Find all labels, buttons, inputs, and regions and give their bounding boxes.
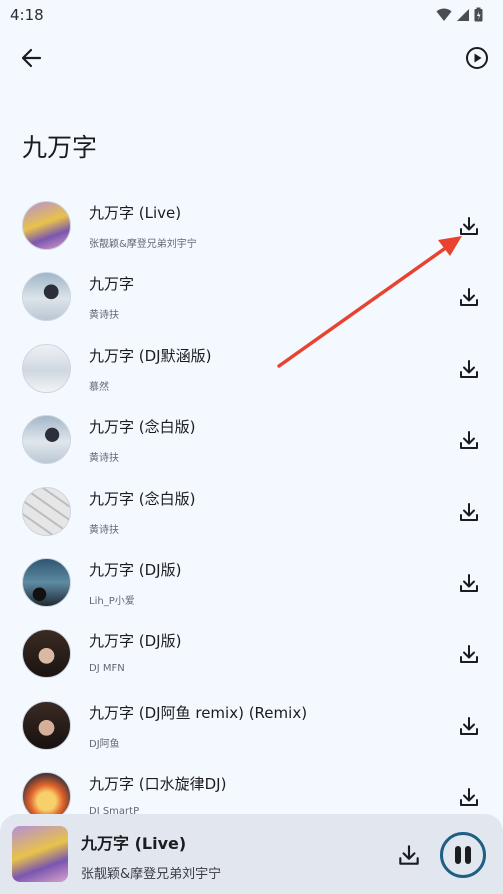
download-icon: [399, 845, 419, 865]
now-playing-title: 九万字 (Live): [81, 834, 187, 853]
download-icon: [460, 573, 478, 592]
song-row[interactable]: 九万字 (DJ版) DJ MFN: [0, 618, 503, 689]
song-row[interactable]: 九万字 (念白版) 黄诗扶: [0, 404, 503, 475]
album-cover: [22, 700, 71, 750]
download-icon: [460, 645, 478, 664]
wifi-icon: [436, 7, 452, 26]
now-playing-download-button[interactable]: [396, 842, 422, 868]
song-title: 九万字 (DJ阿鱼 remix) (Remix): [89, 703, 308, 722]
download-button[interactable]: [457, 357, 481, 381]
download-icon: [460, 359, 478, 378]
song-row[interactable]: 九万字 (DJ阿鱼 remix) (Remix) DJ阿鱼: [0, 690, 503, 761]
song-title: 九万字: [89, 275, 135, 294]
song-artist: DJ MFN: [89, 663, 125, 675]
now-playing-cover: [12, 826, 68, 882]
album-cover: [22, 343, 71, 393]
song-row[interactable]: 九万字 (Live) 张靓颖&摩登兄弟刘宇宁: [0, 190, 503, 261]
song-title: 九万字 (Live): [89, 204, 182, 222]
download-icon: [460, 788, 478, 807]
song-title: 九万字 (DJ版): [89, 632, 182, 651]
download-button[interactable]: [457, 785, 481, 809]
status-time: 4:18: [10, 6, 44, 24]
song-title: 九万字 (念白版): [89, 489, 196, 508]
top-app-bar: [0, 36, 503, 80]
signal-icon: [456, 7, 470, 26]
song-artist: 黄诗扶: [89, 453, 119, 465]
song-artist: 黄诗扶: [89, 524, 119, 536]
download-button[interactable]: [457, 642, 481, 666]
download-button[interactable]: [457, 571, 481, 595]
song-title: 九万字 (DJ默涵版): [89, 346, 212, 365]
download-icon: [460, 217, 478, 235]
mini-player[interactable]: 九万字 (Live) 张靓颖&摩登兄弟刘宇宁: [0, 814, 503, 894]
download-icon: [460, 716, 478, 735]
album-cover: [22, 486, 71, 536]
song-row[interactable]: 九万字 (DJ默涵版) 慕然: [0, 333, 503, 404]
download-button[interactable]: [457, 428, 481, 452]
song-artist: DJ阿鱼: [89, 738, 120, 750]
song-title: 九万字 (口水旋律DJ): [89, 775, 227, 794]
download-icon: [460, 288, 478, 307]
album-cover: [22, 201, 71, 250]
play-circle-icon: [466, 47, 488, 69]
battery-icon: [474, 7, 483, 26]
arrow-left-icon: [21, 48, 42, 68]
song-row[interactable]: 九万字 (念白版) 黄诗扶: [0, 476, 503, 547]
download-button[interactable]: [457, 214, 481, 238]
pause-icon: [455, 846, 471, 864]
song-row[interactable]: 九万字 (DJ版) Lih_P小爱: [0, 547, 503, 618]
status-bar: 4:18: [0, 0, 503, 30]
song-row[interactable]: 九万字 黄诗扶: [0, 261, 503, 332]
download-button[interactable]: [457, 285, 481, 309]
album-cover: [22, 415, 71, 465]
album-cover: [22, 629, 71, 679]
song-artist: 慕然: [89, 381, 109, 393]
back-button[interactable]: [18, 44, 46, 72]
song-artist: 黄诗扶: [89, 310, 119, 322]
now-playing-artist: 张靓颖&摩登兄弟刘宇宁: [81, 867, 222, 882]
status-icons: [436, 7, 483, 26]
song-title: 九万字 (DJ版): [89, 560, 182, 579]
song-list: 九万字 (Live) 张靓颖&摩登兄弟刘宇宁 九万字 黄诗扶 九万字 (DJ默涵…: [0, 190, 503, 833]
album-cover: [22, 557, 71, 607]
download-icon: [460, 431, 478, 450]
play-all-button[interactable]: [465, 46, 489, 70]
pause-button[interactable]: [440, 832, 486, 878]
song-title: 九万字 (念白版): [89, 418, 196, 437]
page-title: 九万字: [22, 133, 98, 162]
download-icon: [460, 502, 478, 521]
song-artist: 张靓颖&摩登兄弟刘宇宁: [89, 239, 197, 250]
album-cover: [22, 272, 71, 322]
download-button[interactable]: [457, 714, 481, 738]
song-artist: Lih_P小爱: [89, 595, 135, 607]
download-button[interactable]: [457, 500, 481, 524]
